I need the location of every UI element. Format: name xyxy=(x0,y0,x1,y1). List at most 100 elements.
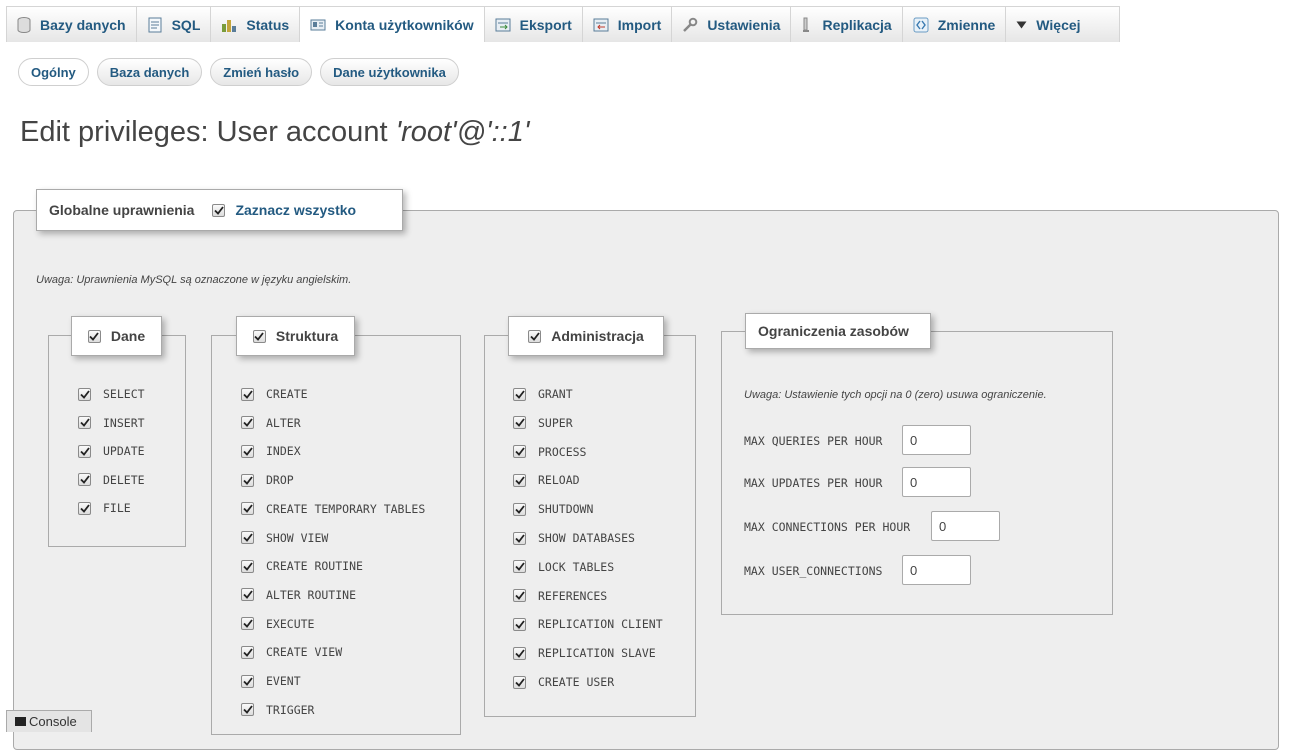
data-privileges-fieldset xyxy=(48,335,186,547)
checkbox[interactable] xyxy=(78,416,91,429)
data-group-label: Dane xyxy=(110,328,146,344)
checkbox[interactable] xyxy=(241,559,254,573)
page-title-account: 'root'@'::1' xyxy=(395,116,530,148)
checkbox[interactable] xyxy=(513,617,526,631)
checkbox[interactable] xyxy=(78,501,91,515)
privilege-insert[interactable]: INSERT xyxy=(78,416,145,430)
tab-user-accounts[interactable]: Konta użytkowników xyxy=(300,6,485,42)
privilege-label: CREATE ROUTINE xyxy=(266,559,363,574)
privilege-alter[interactable]: ALTER xyxy=(241,416,301,430)
subtab-change-password[interactable]: Zmień hasło xyxy=(210,58,313,86)
import-icon xyxy=(593,18,609,32)
privilege-label: GRANT xyxy=(538,387,573,401)
privilege-create-user[interactable]: CREATE USER xyxy=(513,675,614,689)
tab-more[interactable]: Więcej xyxy=(1006,6,1120,42)
privilege-label: DROP xyxy=(266,473,294,488)
checkbox[interactable] xyxy=(513,675,526,689)
privilege-label: INDEX xyxy=(266,444,301,459)
privilege-create-routine[interactable]: CREATE ROUTINE xyxy=(241,559,363,573)
checkbox[interactable] xyxy=(78,387,91,401)
checkbox[interactable] xyxy=(513,473,526,487)
privilege-replication-client[interactable]: REPLICATION CLIENT xyxy=(513,617,663,631)
privilege-alter-routine[interactable]: ALTER ROUTINE xyxy=(241,588,356,602)
privilege-create[interactable]: CREATE xyxy=(241,387,308,401)
privilege-label: CREATE TEMPORARY TABLES xyxy=(266,501,426,516)
privilege-label: CREATE VIEW xyxy=(266,645,343,660)
tab-sql[interactable]: SQL xyxy=(136,6,212,42)
max-queries-input[interactable] xyxy=(902,425,971,455)
privilege-reload[interactable]: RELOAD xyxy=(513,473,580,487)
checkbox[interactable] xyxy=(241,674,254,688)
checkbox[interactable] xyxy=(513,387,526,401)
subtab-general[interactable]: Ogólny xyxy=(18,58,89,86)
select-all-checkbox[interactable] xyxy=(212,203,226,217)
privilege-trigger[interactable]: TRIGGER xyxy=(241,703,314,717)
checkbox[interactable] xyxy=(513,589,526,603)
database-icon xyxy=(17,16,31,33)
tab-settings[interactable]: Ustawienia xyxy=(672,6,792,42)
privilege-select[interactable]: SELECT xyxy=(78,387,145,401)
checkbox[interactable] xyxy=(513,531,526,545)
administration-group-checkbox[interactable] xyxy=(528,329,542,343)
checkbox[interactable] xyxy=(241,645,254,659)
checkbox[interactable] xyxy=(241,387,254,401)
console-icon xyxy=(15,717,26,726)
checkbox[interactable] xyxy=(241,617,254,631)
max-connections-input[interactable] xyxy=(931,511,1000,541)
resource-limits-legend: Ograniczenia zasobów xyxy=(745,313,931,349)
checkbox[interactable] xyxy=(513,416,526,430)
privilege-delete[interactable]: DELETE xyxy=(78,473,145,487)
tab-export[interactable]: Eksport xyxy=(484,6,583,42)
administration-group-label: Administracja xyxy=(551,328,644,344)
checkbox[interactable] xyxy=(241,444,254,458)
privilege-super[interactable]: SUPER xyxy=(513,416,573,430)
checkbox[interactable] xyxy=(241,473,254,487)
data-group-checkbox[interactable] xyxy=(87,329,101,343)
subtab-database[interactable]: Baza danych xyxy=(96,58,203,86)
privilege-create-temporary-tables[interactable]: CREATE TEMPORARY TABLES xyxy=(241,502,425,516)
checkbox[interactable] xyxy=(513,445,526,459)
checkbox[interactable] xyxy=(78,473,91,486)
tab-replication[interactable]: Replikacja xyxy=(791,6,903,42)
tab-label: Import xyxy=(617,16,662,33)
privilege-lock-tables[interactable]: LOCK TABLES xyxy=(513,560,614,574)
privilege-show-databases[interactable]: SHOW DATABASES xyxy=(513,531,635,545)
checkbox[interactable] xyxy=(241,416,254,430)
checkbox[interactable] xyxy=(513,646,526,660)
privilege-label: SUPER xyxy=(538,415,573,430)
privilege-show-view[interactable]: SHOW VIEW xyxy=(241,531,328,545)
privilege-index[interactable]: INDEX xyxy=(241,444,301,458)
checkbox[interactable] xyxy=(241,588,254,602)
tab-import[interactable]: Import xyxy=(582,6,673,42)
max-updates-input[interactable] xyxy=(902,467,971,497)
subtab-login-information[interactable]: Dane użytkownika xyxy=(320,58,459,86)
privilege-update[interactable]: UPDATE xyxy=(78,444,145,458)
privilege-replication-slave[interactable]: REPLICATION SLAVE xyxy=(513,646,656,660)
checkbox[interactable] xyxy=(513,502,526,516)
tab-variables[interactable]: Zmienne xyxy=(902,6,1007,42)
max-user-connections-input[interactable] xyxy=(902,555,971,585)
privilege-execute[interactable]: EXECUTE xyxy=(241,617,314,631)
privilege-label: ALTER ROUTINE xyxy=(266,587,357,602)
privilege-drop[interactable]: DROP xyxy=(241,473,294,487)
checkbox[interactable] xyxy=(241,502,254,516)
privilege-event[interactable]: EVENT xyxy=(241,674,301,688)
privilege-references[interactable]: REFERENCES xyxy=(513,589,607,603)
tab-status[interactable]: Status xyxy=(211,6,301,42)
privilege-process[interactable]: PROCESS xyxy=(513,445,586,459)
select-all-link[interactable]: Zaznacz wszystko xyxy=(235,202,356,218)
privilege-shutdown[interactable]: SHUTDOWN xyxy=(513,502,593,516)
checkbox[interactable] xyxy=(241,531,254,544)
privilege-grant[interactable]: GRANT xyxy=(513,387,573,401)
tab-databases[interactable]: Bazy danych xyxy=(6,6,137,42)
privilege-label: PROCESS xyxy=(538,444,587,459)
privilege-file[interactable]: FILE xyxy=(78,501,131,515)
checkbox[interactable] xyxy=(241,703,254,717)
tab-label: Ustawienia xyxy=(707,16,781,33)
checkbox[interactable] xyxy=(513,560,526,574)
tab-label: SQL xyxy=(171,16,201,33)
global-privileges-note: Uwaga: Uprawnienia MySQL są oznaczone w … xyxy=(36,274,352,286)
privilege-create-view[interactable]: CREATE VIEW xyxy=(241,645,342,659)
checkbox[interactable] xyxy=(78,444,91,458)
structure-group-checkbox[interactable] xyxy=(252,329,266,343)
